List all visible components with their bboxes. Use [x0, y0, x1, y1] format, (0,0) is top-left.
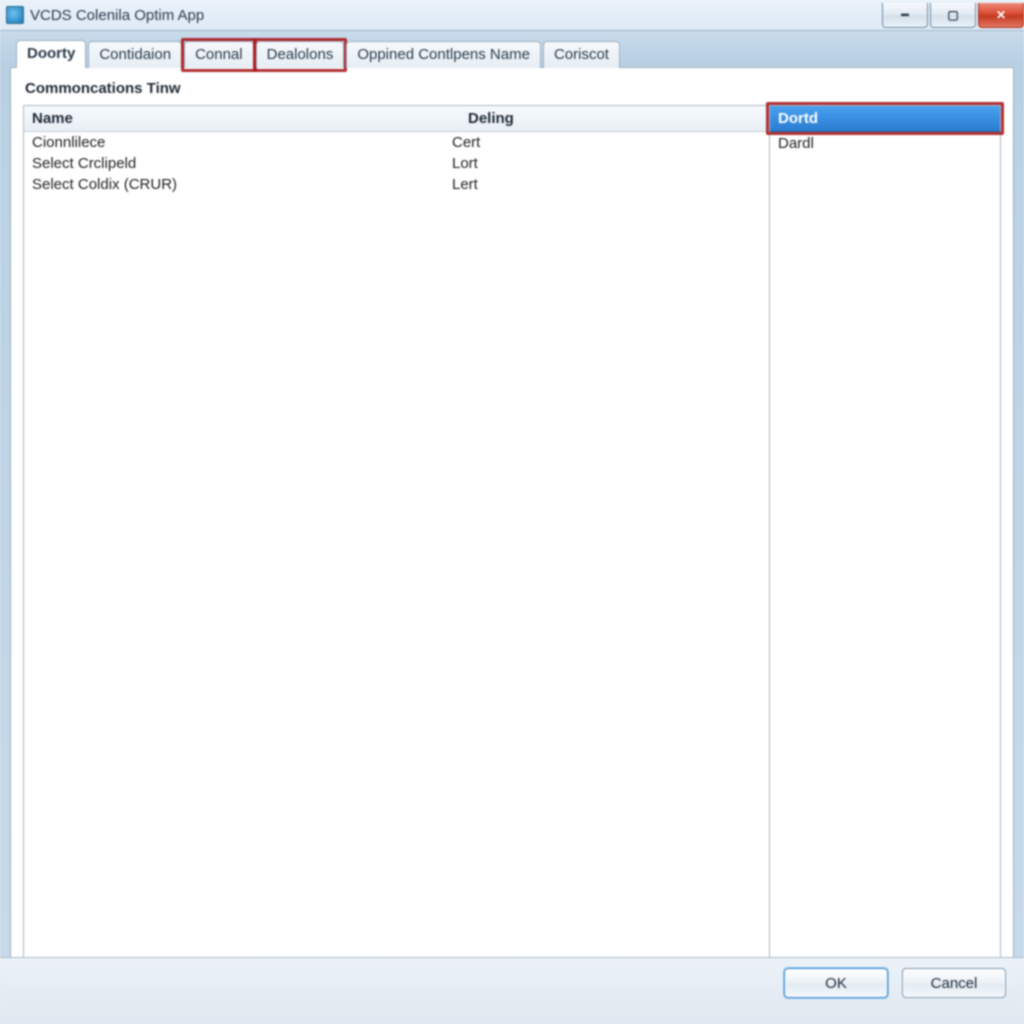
col-header-name[interactable]: Name: [24, 106, 460, 131]
title-left: VCDS Colenila Optim App: [6, 6, 204, 24]
minimize-button[interactable]: ━: [882, 3, 928, 28]
right-list-header-label: Dortd: [778, 110, 818, 127]
dialog-body: Doorty Contidaion Connal Dealolons Oppin…: [0, 31, 1024, 990]
titlebar: VCDS Colenila Optim App ━ ▢ ✕: [0, 0, 1024, 31]
col-header-deling[interactable]: Deling: [460, 106, 769, 131]
left-table-header: Name Deling: [24, 106, 769, 132]
table-row[interactable]: Select Coldix (CRUR) Lert: [24, 174, 769, 195]
maximize-icon: ▢: [947, 8, 958, 22]
minimize-icon: ━: [901, 8, 908, 22]
cancel-button[interactable]: Cancel: [902, 968, 1006, 998]
tab-label: Coriscot: [554, 46, 609, 63]
left-pane: Name Deling Cionnlilece Cert Select Crcl…: [24, 106, 769, 966]
cell-deling: Lort: [452, 155, 761, 172]
table-row[interactable]: Cionnlilece Cert: [24, 132, 769, 153]
cell-name: Cionnlilece: [32, 134, 452, 151]
window-controls: ━ ▢ ✕: [880, 3, 1024, 28]
cell-deling: Lert: [452, 176, 761, 193]
close-icon: ✕: [996, 8, 1006, 22]
maximize-button[interactable]: ▢: [930, 3, 976, 28]
close-button[interactable]: ✕: [978, 3, 1024, 28]
tab-doorty[interactable]: Doorty: [16, 40, 86, 68]
panes: Name Deling Cionnlilece Cert Select Crcl…: [23, 105, 1001, 967]
table-row[interactable]: Select Crclipeld Lort: [24, 153, 769, 174]
tab-connal[interactable]: Connal: [184, 41, 254, 68]
tabpage-doorty: Commoncations Tinw Name Deling Cionnlile…: [10, 67, 1014, 980]
tab-contidaion[interactable]: Contidaion: [88, 41, 182, 68]
section-label: Commoncations Tinw: [25, 80, 1001, 97]
tab-dealolons[interactable]: Dealolons: [256, 41, 345, 68]
cell-name: Select Coldix (CRUR): [32, 176, 452, 193]
tab-label: Dealolons: [267, 46, 334, 63]
tab-label: Contidaion: [99, 46, 171, 63]
app-icon: [6, 6, 24, 24]
list-item[interactable]: Dardl: [770, 132, 1000, 155]
tab-coriscot[interactable]: Coriscot: [543, 41, 620, 68]
tabstrip: Doorty Contidaion Connal Dealolons Oppin…: [10, 39, 1014, 67]
cell-deling: Cert: [452, 134, 761, 151]
window-title: VCDS Colenila Optim App: [30, 7, 204, 24]
right-pane: Dortd Dardl: [769, 106, 1000, 966]
tab-label: Doorty: [27, 45, 75, 62]
right-list-header[interactable]: Dortd: [770, 106, 1000, 132]
ok-button[interactable]: OK: [784, 968, 888, 998]
tab-label: Oppined Contlpens Name: [357, 46, 530, 63]
cell-name: Select Crclipeld: [32, 155, 452, 172]
dialog-footer: OK Cancel: [0, 957, 1024, 1024]
tab-oppined[interactable]: Oppined Contlpens Name: [346, 41, 541, 68]
tab-label: Connal: [195, 46, 243, 63]
